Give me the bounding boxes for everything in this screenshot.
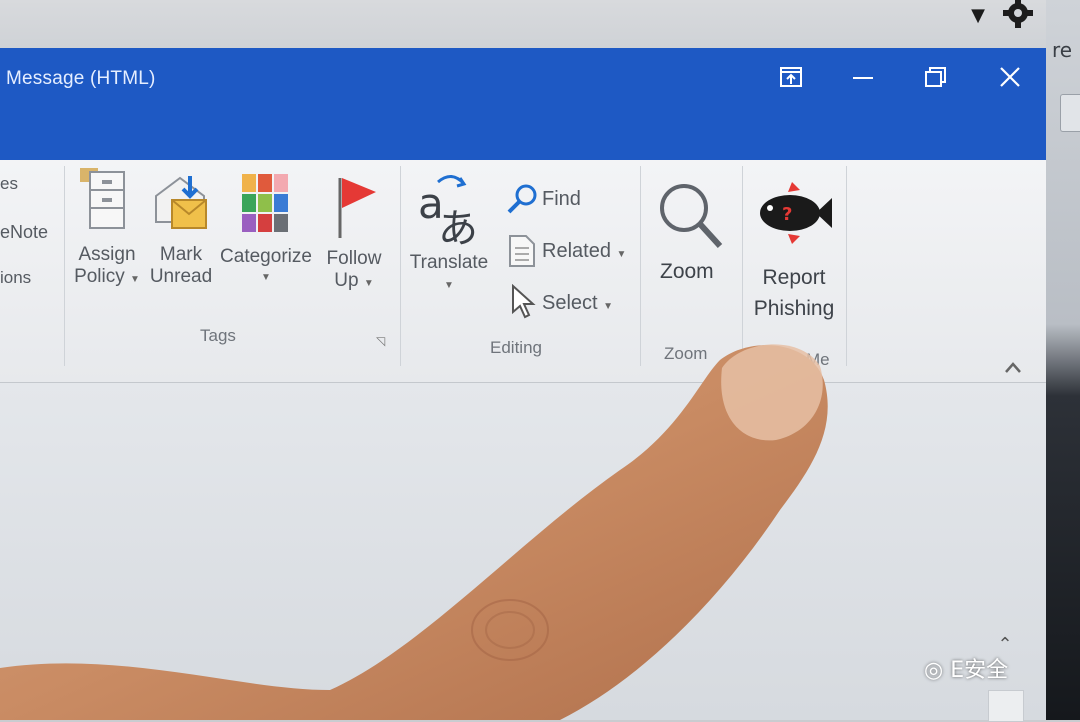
group-separator xyxy=(400,166,401,366)
zoom-magnifier-icon xyxy=(660,184,723,249)
message-body[interactable] xyxy=(0,383,1046,720)
tags-group-label: Tags xyxy=(200,326,236,345)
translate-dropdown-icon: ▼ xyxy=(444,280,454,291)
ribbon: es eNote ions Assign Policy ▼ Mark Unrea… xyxy=(0,160,1046,383)
ribbon-display-options-icon[interactable] xyxy=(772,60,812,96)
related-document-icon xyxy=(509,235,535,267)
report-phishing-label-2: Phishing xyxy=(753,297,835,320)
gear-icon[interactable] xyxy=(1000,0,1036,32)
group-separator xyxy=(640,166,641,366)
find-icon xyxy=(507,184,537,214)
dialog-launcher-icon[interactable]: ◹ xyxy=(376,334,385,348)
categorize-label: Categorize xyxy=(220,246,312,267)
zoom-group-label: Zoom xyxy=(664,344,708,363)
close-icon[interactable] xyxy=(990,60,1030,96)
background-field xyxy=(1060,94,1080,132)
translate-label: Translate xyxy=(409,252,489,273)
scrollbar-button[interactable] xyxy=(988,690,1024,722)
assign-policy-icon xyxy=(80,168,125,229)
select-button[interactable]: Select ▼ xyxy=(542,292,613,315)
dropdown-arrow-icon[interactable]: ▼ xyxy=(966,4,990,28)
follow-up-button[interactable]: Follow Up ▼ xyxy=(318,248,390,292)
svg-text:あ: あ xyxy=(438,206,478,246)
categorize-dropdown-icon: ▼ xyxy=(261,272,271,283)
ribbon-fragment-1[interactable]: es xyxy=(0,174,18,194)
group-separator xyxy=(742,166,743,366)
translate-icon: a あ xyxy=(418,175,478,246)
background-window-edge: re xyxy=(1046,0,1080,720)
phishing-fish-icon: ? xyxy=(760,182,832,244)
flag-icon xyxy=(338,178,376,238)
watermark: ◎ E安全 xyxy=(924,652,1008,684)
zoom-button[interactable]: Zoom xyxy=(660,260,714,284)
mark-unread-button[interactable]: Mark Unread xyxy=(146,244,216,288)
ribbon-fragment-3[interactable]: ions xyxy=(0,268,31,288)
top-toolbar-strip xyxy=(0,0,1050,48)
group-separator xyxy=(64,166,65,366)
find-button[interactable]: Find xyxy=(542,188,581,211)
assign-policy-label-1: Assign xyxy=(78,244,136,265)
follow-up-label-1: Follow xyxy=(326,248,382,269)
svg-text:?: ? xyxy=(782,204,792,225)
categorize-button[interactable]: Categorize ▼ xyxy=(218,246,314,283)
mark-unread-label-1: Mark xyxy=(159,244,203,265)
assign-policy-label-2: Policy ▼ xyxy=(74,266,140,287)
group-separator xyxy=(846,166,847,366)
select-cursor-icon xyxy=(512,284,536,319)
translate-button[interactable]: Translate ▼ xyxy=(406,252,492,291)
related-button[interactable]: Related ▼ xyxy=(542,240,626,263)
ribbon-fragment-2[interactable]: eNote xyxy=(0,222,48,243)
collapse-ribbon-icon[interactable] xyxy=(998,352,1028,382)
editing-group-label: Editing xyxy=(490,338,542,357)
report-phishing-button[interactable]: Report Phishing xyxy=(752,262,836,324)
background-text-fragment: re xyxy=(1052,38,1073,62)
mark-unread-icon xyxy=(155,176,207,229)
mark-unread-label-2: Unread xyxy=(149,266,213,287)
window-title: Message (HTML) xyxy=(6,68,156,89)
categorize-icon xyxy=(242,174,288,232)
report-group-label: Me xyxy=(806,350,830,369)
report-phishing-label-1: Report xyxy=(762,266,826,289)
window-titlebar: Message (HTML) xyxy=(0,48,1046,160)
wechat-icon: ◎ xyxy=(924,658,944,683)
follow-up-label-2: Up ▼ xyxy=(334,270,374,291)
assign-policy-button[interactable]: Assign Policy ▼ xyxy=(72,244,142,288)
restore-icon[interactable] xyxy=(915,60,955,96)
minimize-icon[interactable] xyxy=(843,60,883,96)
watermark-text: E安全 xyxy=(950,658,1009,683)
